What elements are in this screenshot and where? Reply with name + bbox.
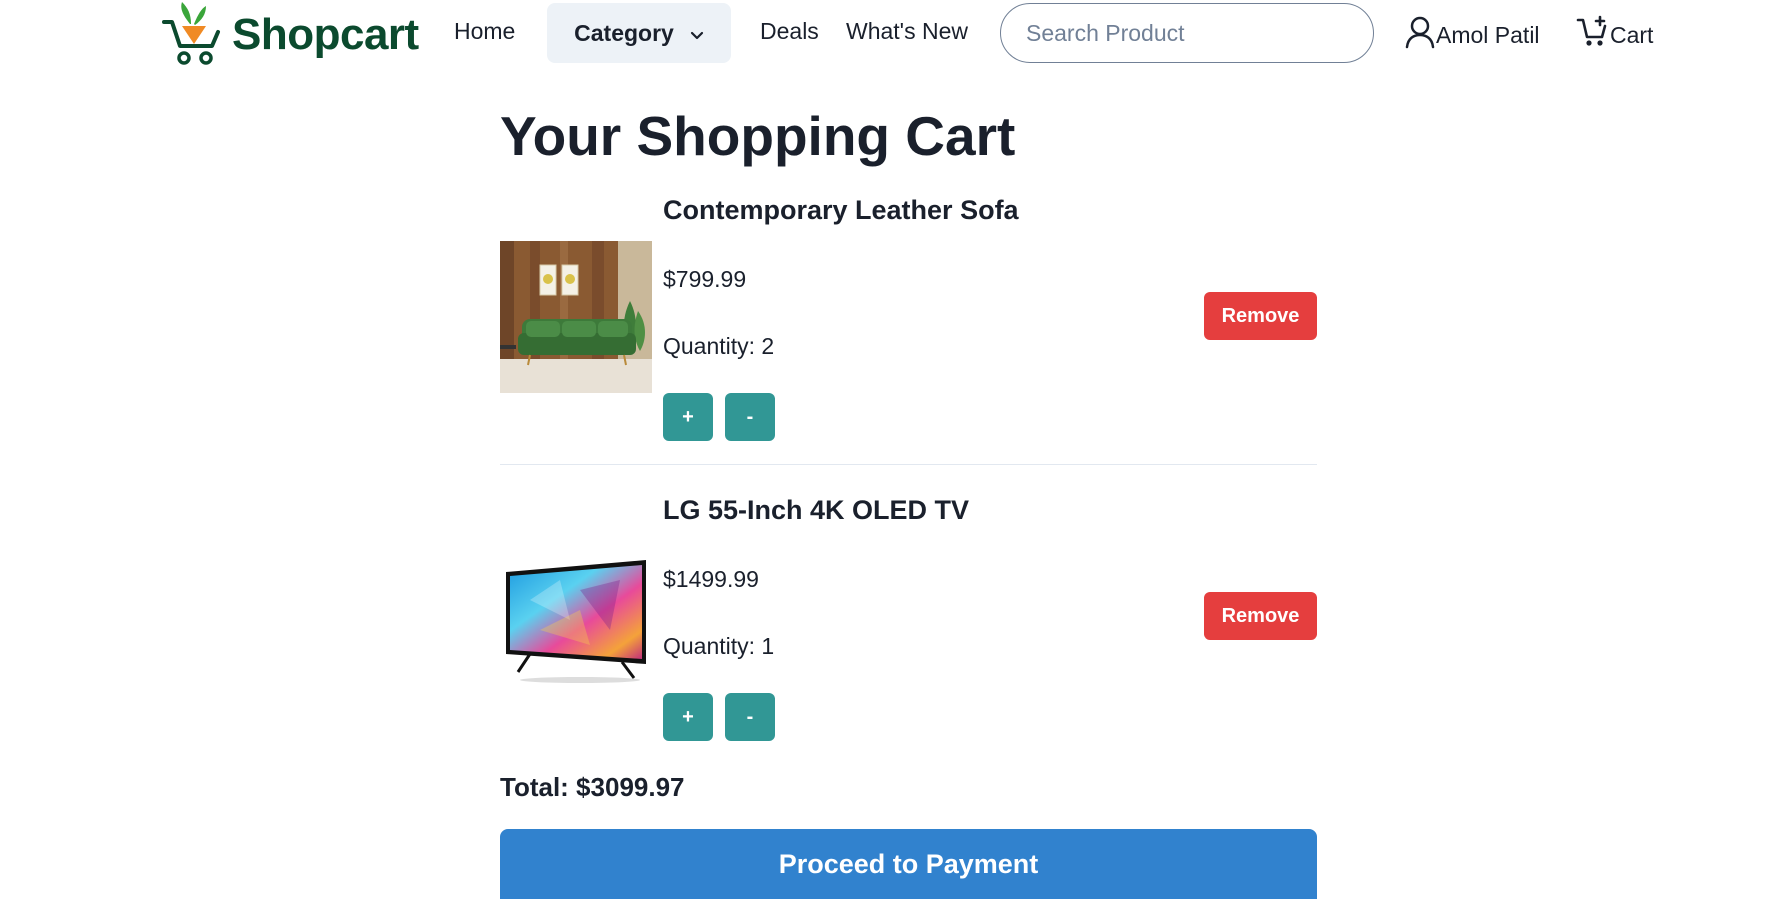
remove-item-button[interactable]: Remove bbox=[1204, 292, 1317, 340]
user-icon bbox=[1404, 15, 1436, 55]
cart-link[interactable]: Cart bbox=[1576, 15, 1653, 55]
product-quantity: Quantity: 2 bbox=[663, 333, 775, 359]
nav-deals-link[interactable]: Deals bbox=[760, 18, 819, 45]
user-name: Amol Patil bbox=[1436, 21, 1540, 48]
brand-logo[interactable]: Shopcart bbox=[160, 0, 419, 70]
product-quantity: Quantity: 1 bbox=[663, 633, 775, 659]
increase-quantity-button[interactable]: + bbox=[663, 393, 713, 441]
search-input[interactable] bbox=[1000, 3, 1374, 63]
nav-home-link[interactable]: Home bbox=[454, 18, 515, 45]
product-price: $799.99 bbox=[663, 266, 747, 292]
proceed-to-payment-button[interactable]: Proceed to Payment bbox=[500, 829, 1317, 899]
product-name: Contemporary Leather Sofa bbox=[663, 195, 1019, 225]
decrease-quantity-button[interactable]: - bbox=[725, 693, 775, 741]
product-image-sofa bbox=[500, 241, 652, 393]
cart-item: Contemporary Leather Sofa $799.99 Quanti… bbox=[500, 195, 1317, 465]
category-label: Category bbox=[574, 19, 674, 46]
product-image-tv bbox=[500, 540, 652, 692]
increase-quantity-button[interactable]: + bbox=[663, 693, 713, 741]
top-navbar: Shopcart Home Category Deals What's New … bbox=[0, 0, 1785, 70]
page-title: Your Shopping Cart bbox=[500, 105, 1016, 167]
cart-total: Total: $3099.97 bbox=[500, 772, 685, 802]
product-price: $1499.99 bbox=[663, 566, 759, 592]
brand-name: Shopcart bbox=[232, 10, 419, 59]
cart-label: Cart bbox=[1610, 21, 1654, 48]
cart-add-icon bbox=[1576, 15, 1610, 55]
chevron-down-icon bbox=[690, 20, 704, 47]
remove-item-button[interactable]: Remove bbox=[1204, 592, 1317, 640]
cart-item: LG 55-Inch 4K OLED TV $1499.99 Quantity:… bbox=[500, 495, 1317, 745]
product-name: LG 55-Inch 4K OLED TV bbox=[663, 495, 970, 525]
nav-whats-new-link[interactable]: What's New bbox=[846, 18, 968, 45]
cart-logo-icon bbox=[160, 0, 226, 70]
category-dropdown[interactable]: Category bbox=[547, 3, 731, 63]
user-account-link[interactable]: Amol Patil bbox=[1404, 15, 1540, 55]
decrease-quantity-button[interactable]: - bbox=[725, 393, 775, 441]
